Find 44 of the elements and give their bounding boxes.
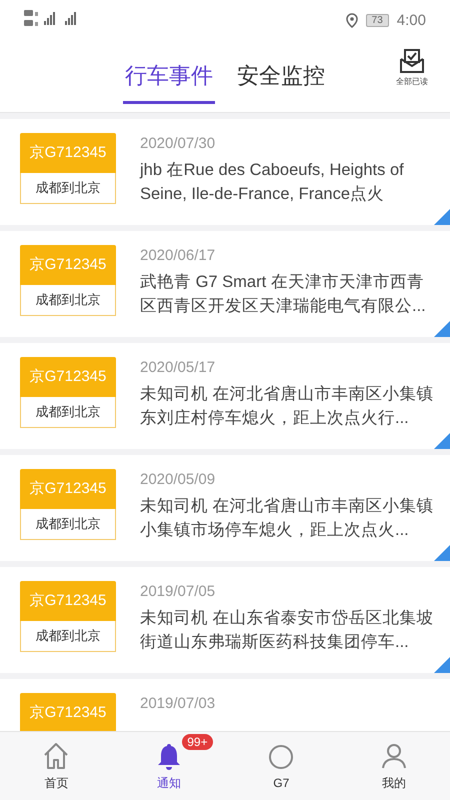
plate-number: 京G712345: [20, 693, 116, 731]
nav-tab[interactable]: G7: [225, 732, 338, 800]
corner-mark: [434, 321, 450, 337]
nav-tab[interactable]: 我的: [338, 732, 450, 800]
route-label: 成都到北京: [20, 509, 116, 540]
event-card[interactable]: 京G712345 成都到北京 2020/06/17 武艳青 G7 Smart 在天津市天津市西青区西青区开发区天津瑞能电气有限公...: [0, 231, 450, 337]
plate-number: 京G712345: [20, 469, 116, 509]
nav-tab[interactable]: 首页: [0, 732, 112, 800]
route-label: 成都到北京: [20, 397, 116, 428]
route-label: 成都到北京: [20, 285, 116, 316]
corner-mark: [434, 433, 450, 449]
event-card[interactable]: 京G712345 成都到北京 2020/07/30 jhb 在Rue des Caboeufs, Heights of Seine, Ile-de-France, France点火: [0, 119, 450, 225]
clock-time: 4:00: [396, 12, 426, 28]
corner-mark: [434, 657, 450, 673]
plate-number: 京G712345: [20, 581, 116, 621]
corner-mark: [434, 209, 450, 225]
event-date: 2019/07/03: [140, 695, 216, 712]
route-label: 成都到北京: [20, 173, 116, 204]
event-card[interactable]: 京G712345 成都到北京 2019/07/05 未知司机 在山东省泰安市岱岳区北集坡街道山东弗瑞斯医药科技集团停车...: [0, 567, 450, 673]
location-icon: [346, 12, 358, 28]
event-card[interactable]: 京G712345 成都到北京 2020/05/17 未知司机 在河北省唐山市丰南区小集镇东刘庄村停车熄火，距上次点火行...: [0, 343, 450, 449]
route-label: 成都到北京: [20, 621, 116, 652]
battery-level: 73: [366, 14, 389, 26]
mark-all-read-button[interactable]: 全部已读: [396, 48, 428, 87]
plate-number: 京G712345: [20, 133, 116, 173]
tab[interactable]: 行车事件: [123, 54, 215, 104]
event-date: 2020/05/09: [140, 471, 216, 488]
event-date: 2020/06/17: [140, 247, 216, 264]
event-date: 2020/07/30: [140, 135, 216, 152]
event-date: 2020/05/17: [140, 359, 216, 376]
event-date: 2019/07/05: [140, 583, 216, 600]
event-description: 未知司机 在河北省唐山市丰南区小集镇小集镇市场停车熄火，距上次点火...: [140, 496, 435, 541]
event-description: jhb 在Rue des Caboeufs, Heights of Seine, Ile-de-France, France点火: [140, 160, 405, 205]
event-card[interactable]: 京G712345 成都到北京 2020/05/09 未知司机 在河北省唐山市丰南区小集镇小集镇市场停车熄火，距上次点火...: [0, 455, 450, 561]
plate-number: 京G712345: [20, 245, 116, 285]
envelope-check-icon: [398, 48, 426, 74]
corner-mark: [434, 545, 450, 561]
event-description: 武艳青 G7 Smart 在天津市天津市西青区西青区开发区天津瑞能电气有限公...: [140, 272, 427, 317]
nav-tab[interactable]: 通知 99+: [112, 732, 225, 800]
tab[interactable]: 安全监控: [235, 54, 327, 104]
plate-number: 京G712345: [20, 357, 116, 397]
event-description: 未知司机 在山东省泰安市岱岳区北集坡街道山东弗瑞斯医药科技集团停车...: [140, 608, 435, 653]
event-description: 未知司机 在河北省唐山市丰南区小集镇东刘庄村停车熄火，距上次点火行...: [140, 384, 435, 429]
count-badge: 99+: [182, 734, 213, 750]
